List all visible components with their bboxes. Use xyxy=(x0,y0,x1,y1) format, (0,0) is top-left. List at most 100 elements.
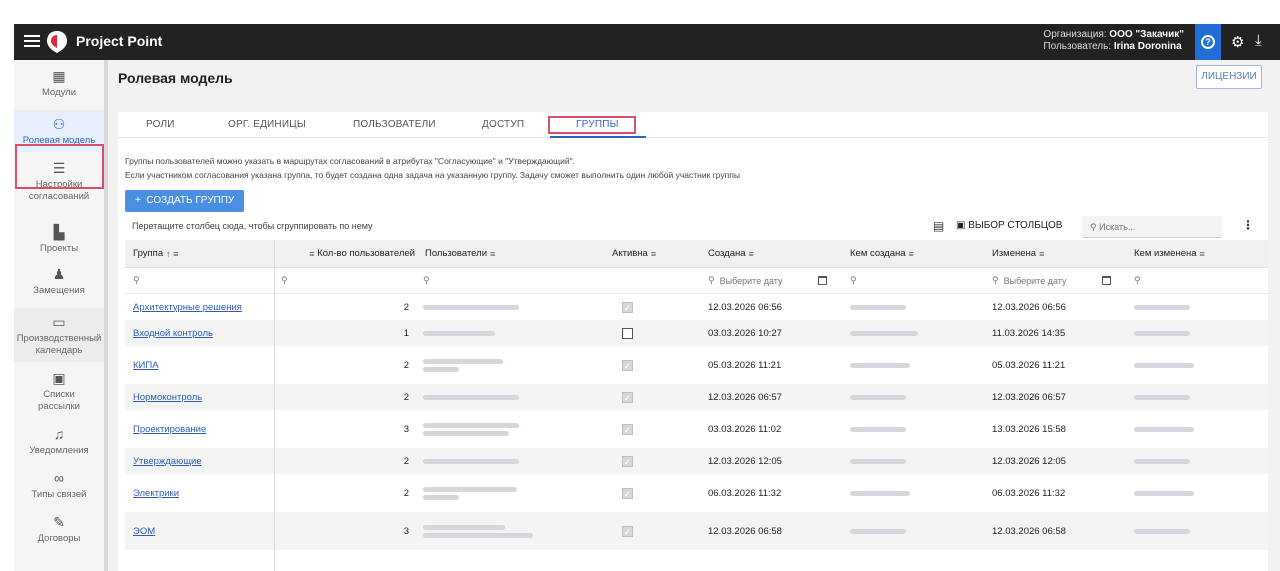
project-point-logo-icon xyxy=(47,31,67,53)
header-active[interactable]: Активна ≡ xyxy=(612,240,682,267)
search-icon: ⚲ xyxy=(281,275,288,285)
sidebar-item-label: Производственный xyxy=(16,333,102,344)
sidebar-item-label: Модули xyxy=(41,87,77,98)
sidebar-item-label: календарь xyxy=(35,345,83,356)
tab-access[interactable]: ДОСТУП xyxy=(482,119,524,130)
active-checkbox[interactable]: ✓ xyxy=(622,448,642,474)
sidebar-item-label: Уведомления xyxy=(29,445,89,456)
help-button[interactable]: ? xyxy=(1195,24,1221,60)
active-checkbox[interactable] xyxy=(622,320,642,346)
user-value[interactable]: Irina Doronina xyxy=(1114,41,1182,52)
sidebar-item-contracts[interactable]: ✎ Договоры xyxy=(14,514,104,545)
header-label: Кем изменена xyxy=(1134,248,1197,259)
info-line: Если участником согласования указана гру… xyxy=(125,170,741,180)
calendar-icon[interactable] xyxy=(1102,276,1112,285)
grid-search-input[interactable]: ⚲ Искать... xyxy=(1082,216,1222,238)
filter-icon[interactable]: ≡ xyxy=(1039,249,1044,259)
table-row[interactable]: Нормоконтроль 2 ✓ 12.03.2026 06:57 12.03… xyxy=(125,384,1268,410)
header-group[interactable]: Группа ↑ ≡ xyxy=(133,240,273,267)
group-link[interactable]: Архитектурные решения xyxy=(133,302,242,313)
created-by xyxy=(850,384,970,410)
sidebar-item-modules[interactable]: ▦ Модули xyxy=(14,68,104,99)
active-checkbox[interactable]: ✓ xyxy=(622,410,642,448)
table-row[interactable]: Входной контроль 1 03.03.2026 10:27 11.0… xyxy=(125,320,1268,346)
tab-roles[interactable]: РОЛИ xyxy=(146,119,175,130)
table-row[interactable]: Утверждающие 2 ✓ 12.03.2026 12:05 12.03.… xyxy=(125,448,1268,474)
tab-users[interactable]: ПОЛЬЗОВАТЕЛИ xyxy=(353,119,436,130)
filter-icon[interactable]: ≡ xyxy=(651,249,656,259)
active-checkbox[interactable]: ✓ xyxy=(622,346,642,384)
group-link[interactable]: ЭОМ xyxy=(133,526,155,537)
modified-by xyxy=(1134,410,1254,448)
link-icon: ∞ xyxy=(54,470,64,486)
filter-created-by-input[interactable]: ⚲ xyxy=(850,268,970,293)
excel-export-icon[interactable]: ▤ xyxy=(933,219,944,233)
table-row[interactable]: Электрики 2 ✓ 06.03.2026 11:32 06.03.202… xyxy=(125,474,1268,512)
group-drop-zone[interactable]: Перетащите столбец сюда, чтобы сгруппиро… xyxy=(132,221,373,231)
filter-icon[interactable]: ≡ xyxy=(749,249,754,259)
filter-icon[interactable]: ≡ xyxy=(909,249,914,259)
user-count: 2 xyxy=(403,455,409,467)
search-icon: ⚲ xyxy=(1090,222,1097,232)
table-row[interactable]: ЭОМ 3 ✓ 12.03.2026 06:58 12.03.2026 06:5… xyxy=(125,512,1268,550)
group-link[interactable]: Входной контроль xyxy=(133,328,213,339)
create-group-button[interactable]: + СОЗДАТЬ ГРУППУ xyxy=(125,190,244,212)
sort-asc-icon[interactable]: ↑ ≡ xyxy=(166,249,178,259)
sidebar-item-label: Типы связей xyxy=(31,489,87,500)
filter-icon[interactable]: ≡ xyxy=(309,249,314,259)
calendar-icon[interactable] xyxy=(818,276,828,285)
filter-created-date[interactable]: ⚲ Выберите дату xyxy=(708,268,838,293)
filter-modified-date[interactable]: ⚲ Выберите дату xyxy=(992,268,1122,293)
sidebar-item-projects[interactable]: ▙ Проекты xyxy=(14,220,104,258)
app-brand[interactable]: Project Point xyxy=(76,33,162,49)
filter-icon[interactable]: ≡ xyxy=(490,249,495,259)
search-icon: ⚲ xyxy=(1134,275,1141,285)
group-link[interactable]: КИПА xyxy=(133,360,159,371)
sidebar-item-production-calendar[interactable]: ▭ Производственный календарь xyxy=(14,308,104,362)
sidebar-item-notifications[interactable]: ♫ Уведомления xyxy=(14,426,104,457)
sidebar-item-substitutions[interactable]: ♟ Замещения xyxy=(14,266,104,297)
sidebar-item-link-types[interactable]: ∞ Типы связей xyxy=(14,470,104,501)
hamburger-menu-icon[interactable] xyxy=(22,32,42,52)
header-modified[interactable]: Изменена ≡ xyxy=(992,240,1112,267)
users-list xyxy=(423,320,593,346)
active-checkbox[interactable]: ✓ xyxy=(622,474,642,512)
table-row[interactable]: Проектирование 3 ✓ 03.03.2026 11:02 13.0… xyxy=(125,410,1268,448)
filter-count-input[interactable]: ⚲ xyxy=(281,268,411,293)
active-checkbox[interactable]: ✓ xyxy=(622,384,642,410)
active-checkbox[interactable]: ✓ xyxy=(622,294,642,320)
table-row[interactable]: КИПА 2 ✓ 05.03.2026 11:21 05.03.2026 11:… xyxy=(125,346,1268,384)
columns-icon: ▣ xyxy=(956,220,966,231)
user-swap-icon: ♟ xyxy=(52,266,66,282)
header-created-by[interactable]: Кем создана ≡ xyxy=(850,240,970,267)
created-date: 12.03.2026 12:05 xyxy=(708,455,782,467)
column-chooser-button[interactable]: ▣ ВЫБОР СТОЛБЦОВ xyxy=(956,220,1062,231)
filter-users-input[interactable]: ⚲ xyxy=(423,268,593,293)
group-link[interactable]: Нормоконтроль xyxy=(133,392,202,403)
active-checkbox[interactable]: ✓ xyxy=(622,512,642,550)
header-created[interactable]: Создана ≡ xyxy=(708,240,828,267)
header-users[interactable]: Пользователи ≡ xyxy=(425,240,585,267)
filter-icon[interactable]: ≡ xyxy=(1200,249,1205,259)
sidebar-item-mailing-lists[interactable]: ▣ Списки рассылки xyxy=(14,370,104,413)
gear-icon[interactable]: ⚙ xyxy=(1231,33,1244,51)
users-list xyxy=(423,474,593,512)
group-link[interactable]: Утверждающие xyxy=(133,456,202,467)
main-content: Ролевая модель ЛИЦЕНЗИИ РОЛИ ОРГ. ЕДИНИЦ… xyxy=(108,60,1280,571)
group-link[interactable]: Проектирование xyxy=(133,424,206,435)
table-row[interactable]: Архитектурные решения 2 ✓ 12.03.2026 06:… xyxy=(125,294,1268,320)
download-icon[interactable]: ⤓ xyxy=(1255,32,1262,49)
contact-card-icon: ▣ xyxy=(52,370,66,386)
created-by xyxy=(850,512,970,550)
modified-date: 12.03.2026 06:58 xyxy=(992,525,1066,537)
group-link[interactable]: Электрики xyxy=(133,488,179,499)
created-date: 12.03.2026 06:58 xyxy=(708,525,782,537)
more-vertical-icon[interactable]: ⋮ xyxy=(1242,218,1254,232)
header-modified-by[interactable]: Кем изменена ≡ xyxy=(1134,240,1254,267)
org-value: ООО "Закачик" xyxy=(1109,29,1184,40)
licenses-button[interactable]: ЛИЦЕНЗИИ xyxy=(1196,65,1262,89)
filter-modified-by-input[interactable]: ⚲ xyxy=(1134,268,1254,293)
tab-org-units[interactable]: ОРГ. ЕДИНИЦЫ xyxy=(228,119,306,130)
header-count[interactable]: ≡ Кол-во пользователей xyxy=(275,240,415,267)
filter-group-input[interactable]: ⚲ xyxy=(133,268,263,293)
